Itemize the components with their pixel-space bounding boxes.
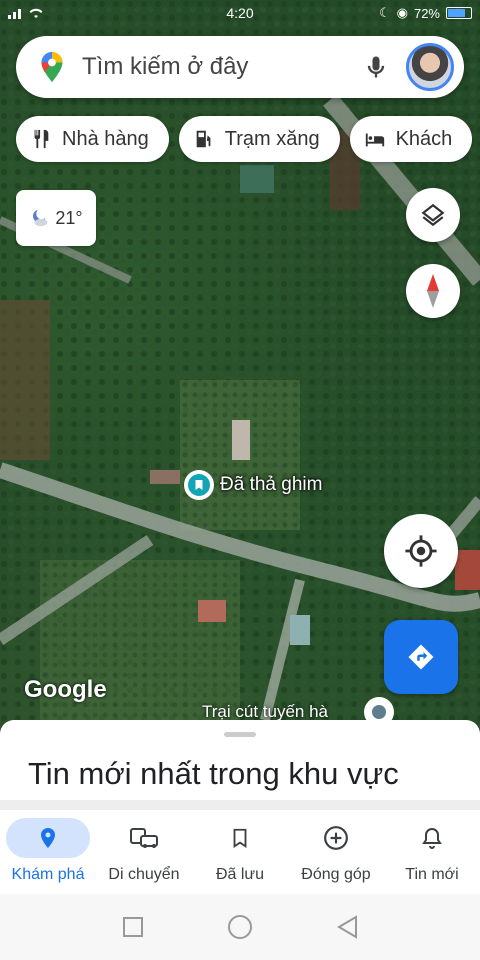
weather-widget[interactable]: 21°: [16, 190, 96, 246]
weather-temperature: 21°: [55, 207, 83, 228]
avatar[interactable]: [406, 43, 454, 91]
nav-icon-wrap: [294, 818, 378, 858]
nav-icon-wrap: [390, 818, 474, 858]
divider: [0, 800, 480, 810]
chip-restaurants[interactable]: Nhà hàng: [16, 116, 169, 162]
mic-icon[interactable]: [362, 53, 390, 81]
google-maps-logo-icon: [41, 52, 63, 82]
add-circle-icon: [324, 826, 348, 850]
nav-label: Di chuyển: [108, 866, 180, 883]
crosshair-icon: [405, 535, 437, 567]
layers-icon: [421, 203, 445, 227]
back-button[interactable]: [336, 915, 358, 939]
gas-station-icon: [196, 130, 211, 148]
sheet-title: Tin mới nhất trong khu vực: [28, 756, 399, 791]
dropped-pin-label: Đã thả ghim: [220, 474, 323, 495]
hotel-icon: [365, 133, 384, 147]
nav-icon-wrap: [198, 818, 282, 858]
nav-label: Đã lưu: [215, 866, 265, 883]
dropped-pin[interactable]: Đã thả ghim: [184, 470, 322, 500]
restaurant-icon: [34, 129, 49, 149]
search-input[interactable]: Tìm kiếm ở đây: [82, 53, 362, 81]
chip-label: Nhà hàng: [62, 127, 149, 150]
nav-label: Khám phá: [11, 866, 85, 883]
nav-commute[interactable]: Di chuyển: [96, 810, 192, 894]
nav-saved[interactable]: Đã lưu: [192, 810, 288, 894]
layers-button[interactable]: [406, 188, 460, 242]
compass-icon: [427, 274, 439, 308]
weather-night-cloud-icon: [33, 209, 48, 227]
status-bar: 4:20 ☾ ◉ 72%: [0, 0, 480, 26]
sheet-drag-handle[interactable]: [224, 732, 256, 737]
place-label[interactable]: Trại cút tuyến hà: [202, 702, 328, 722]
nav-label: Tin mới: [405, 866, 459, 883]
nav-contribute[interactable]: Đóng góp: [288, 810, 384, 894]
square-icon: [122, 917, 143, 937]
circle-icon: [227, 915, 252, 939]
triangle-back-icon: [337, 915, 358, 939]
directions-button[interactable]: [384, 620, 458, 694]
nav-icon-wrap: [102, 818, 186, 858]
bookmark-icon: [233, 828, 247, 848]
explore-pin-icon: [41, 828, 55, 848]
bell-icon: [422, 827, 442, 849]
bottom-sheet[interactable]: Tin mới nhất trong khu vực: [0, 720, 480, 810]
chip-label: Trạm xăng: [224, 127, 320, 150]
search-bar[interactable]: Tìm kiếm ở đây: [16, 36, 464, 98]
dropped-pin-marker[interactable]: [184, 470, 214, 500]
chip-label: Khách: [395, 127, 453, 150]
category-chips: Nhà hàng Trạm xăng Khách: [16, 116, 473, 162]
system-nav-bar: [0, 894, 480, 960]
nav-icon-wrap: [6, 818, 90, 858]
my-location-button[interactable]: [384, 514, 458, 588]
chip-gas-stations[interactable]: Trạm xăng: [178, 116, 340, 162]
recent-apps-button[interactable]: [122, 916, 144, 938]
chip-hotels[interactable]: Khách: [349, 116, 473, 162]
google-attribution: Google: [24, 676, 107, 703]
bookmark-pin-icon: [195, 480, 203, 490]
bottom-nav: Khám phá Di chuyển Đã lưu Đóng góp Tin m…: [0, 810, 480, 894]
nav-updates[interactable]: Tin mới: [384, 810, 480, 894]
directions-icon: [408, 644, 434, 670]
nav-label: Đóng góp: [301, 866, 371, 883]
nav-explore[interactable]: Khám phá: [0, 810, 96, 894]
home-button[interactable]: [227, 914, 253, 940]
status-time: 4:20: [226, 5, 254, 21]
commute-icon: [130, 828, 158, 848]
battery-icon: [446, 7, 472, 19]
compass-button[interactable]: [406, 264, 460, 318]
